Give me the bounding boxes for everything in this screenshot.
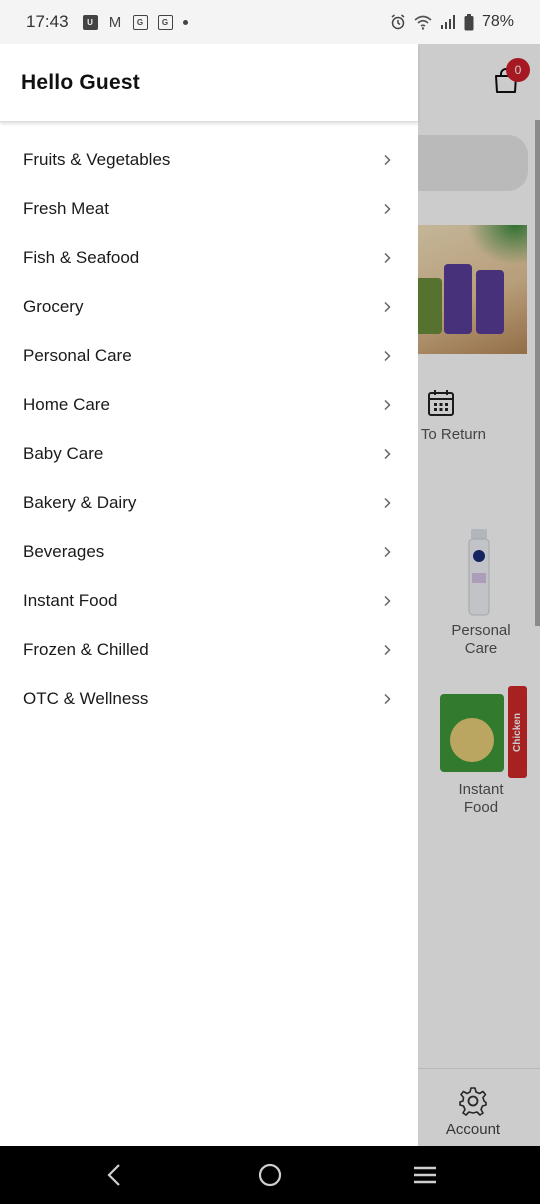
- chevron-right-icon: [384, 252, 391, 263]
- chevron-right-icon: [384, 448, 391, 459]
- chevron-right-icon: [384, 497, 391, 508]
- signal-icon: [440, 15, 455, 29]
- menu-item-beverages[interactable]: Beverages: [0, 527, 418, 576]
- drawer-title: Hello Guest: [21, 70, 140, 94]
- status-time: 17:43: [26, 12, 69, 31]
- menu-item-fruits-vegetables[interactable]: Fruits & Vegetables: [0, 135, 418, 184]
- battery-icon: [464, 13, 474, 30]
- menu-item-bakery-dairy[interactable]: Bakery & Dairy: [0, 478, 418, 527]
- gallery-icon: G: [157, 14, 173, 30]
- battery-percent: 78%: [481, 13, 514, 30]
- chevron-right-icon: [384, 301, 391, 312]
- menu-item-personal-care[interactable]: Personal Care: [0, 331, 418, 380]
- back-icon[interactable]: [101, 1162, 127, 1188]
- wifi-icon: [414, 15, 432, 30]
- recents-icon[interactable]: [412, 1162, 438, 1188]
- dot-icon: [182, 19, 188, 25]
- navigation-drawer: Hello Guest Fruits & Vegetables Fresh Me…: [0, 44, 418, 1146]
- menu-item-otc-wellness[interactable]: OTC & Wellness: [0, 674, 418, 723]
- menu-item-home-care[interactable]: Home Care: [0, 380, 418, 429]
- chevron-right-icon: [384, 203, 391, 214]
- chevron-right-icon: [384, 350, 391, 361]
- scrollbar-thumb: [535, 120, 540, 626]
- menu-item-grocery[interactable]: Grocery: [0, 282, 418, 331]
- u-app-icon: U: [82, 14, 98, 30]
- chevron-right-icon: [384, 595, 391, 606]
- chevron-right-icon: [384, 154, 391, 165]
- chevron-right-icon: [384, 644, 391, 655]
- home-icon[interactable]: [257, 1162, 283, 1188]
- menu-item-frozen-chilled[interactable]: Frozen & Chilled: [0, 625, 418, 674]
- drawer-header: Hello Guest: [0, 44, 418, 122]
- gallery-icon: G: [132, 14, 148, 30]
- menu-item-baby-care[interactable]: Baby Care: [0, 429, 418, 478]
- status-bar: 17:43 U M G G 78%: [0, 0, 540, 44]
- alarm-icon: [391, 14, 405, 30]
- menu-item-fish-seafood[interactable]: Fish & Seafood: [0, 233, 418, 282]
- chevron-right-icon: [384, 693, 391, 704]
- chevron-right-icon: [384, 399, 391, 410]
- menu-item-instant-food[interactable]: Instant Food: [0, 576, 418, 625]
- system-nav-bar: [0, 1146, 540, 1204]
- gmail-icon: M: [108, 13, 122, 31]
- category-menu: Fruits & Vegetables Fresh Meat Fish & Se…: [0, 122, 418, 723]
- menu-item-fresh-meat[interactable]: Fresh Meat: [0, 184, 418, 233]
- chevron-right-icon: [384, 546, 391, 557]
